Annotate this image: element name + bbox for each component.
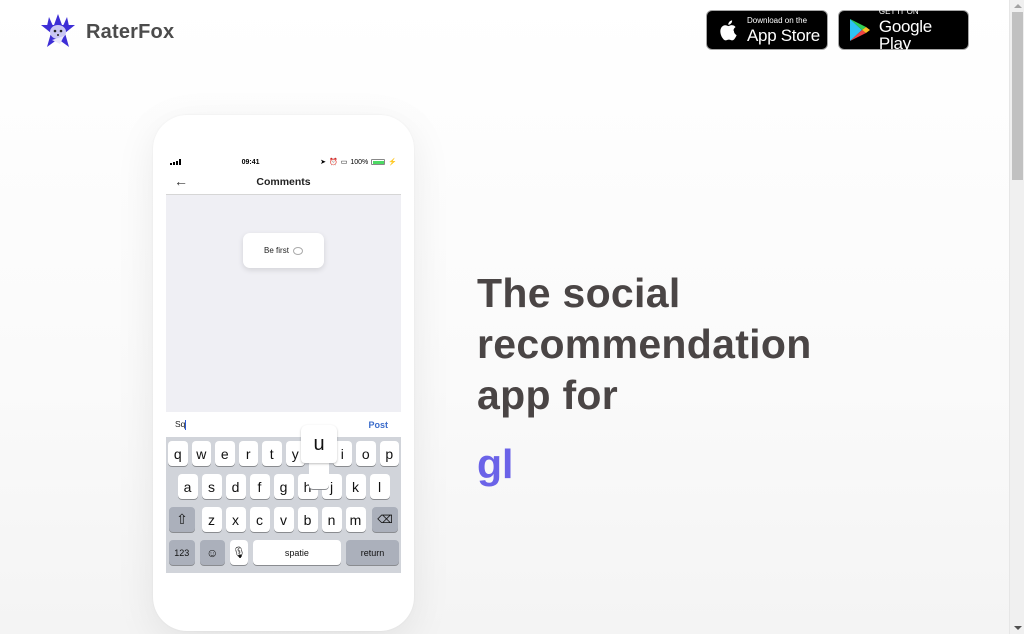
keyboard: q w e r t y i o p a s d f g h j k l ⇧ z … bbox=[166, 425, 401, 573]
google-play-small-text: GET IT ON bbox=[878, 7, 919, 16]
key[interactable]: t bbox=[262, 441, 282, 466]
signal-icon bbox=[170, 159, 181, 165]
key[interactable]: j bbox=[321, 474, 342, 499]
key[interactable]: h bbox=[297, 474, 318, 499]
text-caret bbox=[185, 419, 187, 430]
location-icon: ➤ bbox=[320, 159, 327, 166]
speech-bubble-icon bbox=[292, 246, 303, 255]
key[interactable]: l bbox=[369, 474, 390, 499]
app-store-button[interactable]: Download on the App Store bbox=[706, 10, 828, 50]
comment-input-value[interactable]: Sq bbox=[175, 419, 185, 429]
backspace-icon[interactable]: ⌫ bbox=[372, 507, 398, 532]
shift-icon[interactable]: ⇧ bbox=[169, 507, 195, 532]
key[interactable]: s bbox=[201, 474, 222, 499]
key[interactable]: q bbox=[168, 441, 188, 466]
google-play-big-text: Google Play bbox=[878, 17, 932, 53]
airplay-icon: ▭ bbox=[340, 159, 348, 166]
hero-typed-word: gl bbox=[477, 441, 514, 487]
key[interactable]: z bbox=[201, 507, 222, 532]
key[interactable]: y bbox=[285, 441, 305, 466]
key[interactable]: a bbox=[177, 474, 198, 499]
key[interactable]: i bbox=[332, 441, 352, 466]
keyboard-row-3: ⇧ z x c v b n m ⌫ bbox=[168, 507, 399, 532]
google-play-icon bbox=[845, 18, 875, 42]
hero-line: app for bbox=[477, 372, 619, 418]
status-time: 09:41 bbox=[241, 158, 260, 166]
key-u-pressed[interactable] bbox=[309, 441, 329, 466]
microphone-icon[interactable]: 🎙 bbox=[230, 540, 248, 565]
scroll-thumb[interactable] bbox=[1012, 12, 1023, 180]
fox-star-logo-icon bbox=[41, 14, 75, 47]
key[interactable]: p bbox=[379, 441, 399, 466]
arrow-left-icon[interactable]: ← bbox=[174, 173, 188, 189]
key[interactable]: c bbox=[249, 507, 270, 532]
key[interactable]: k bbox=[345, 474, 366, 499]
comments-list: Be first bbox=[166, 195, 401, 412]
scroll-down-button[interactable] bbox=[1010, 622, 1024, 634]
key[interactable]: d bbox=[225, 474, 246, 499]
page-scrollbar[interactable] bbox=[1009, 0, 1024, 634]
hero-line: The social bbox=[477, 270, 681, 316]
key[interactable]: w bbox=[191, 441, 211, 466]
status-bar: 09:41 ➤ ⏰ ▭ 100% ⚡ bbox=[166, 155, 401, 169]
key[interactable]: b bbox=[297, 507, 318, 532]
app-store-small-text: Download on the bbox=[747, 15, 808, 25]
key[interactable]: n bbox=[321, 507, 342, 532]
screen-title: Comments bbox=[256, 175, 311, 188]
charging-icon: ⚡ bbox=[388, 159, 397, 166]
app-store-big-text: App Store bbox=[747, 25, 820, 45]
key[interactable]: f bbox=[249, 474, 270, 499]
keyboard-row-4: 123 ☺ 🎙 spatie return bbox=[168, 540, 399, 565]
key[interactable]: o bbox=[356, 441, 376, 466]
alarm-icon: ⏰ bbox=[329, 159, 338, 166]
space-key[interactable]: spatie bbox=[252, 540, 341, 565]
logo[interactable]: RaterFox bbox=[38, 12, 174, 52]
numbers-key[interactable]: 123 bbox=[169, 540, 195, 565]
google-play-button[interactable]: GET IT ON Google Play bbox=[838, 7, 969, 53]
battery-icon bbox=[371, 159, 386, 165]
emoji-icon[interactable]: ☺ bbox=[199, 540, 226, 565]
post-button[interactable]: Post bbox=[368, 420, 388, 430]
scroll-up-button[interactable] bbox=[1010, 0, 1024, 12]
battery-percent: 100% bbox=[350, 158, 369, 166]
hero-headline: The social recommendation app for gl bbox=[477, 268, 812, 490]
key[interactable]: m bbox=[345, 507, 366, 532]
apple-icon bbox=[713, 19, 743, 41]
brand-name: RaterFox bbox=[86, 20, 175, 43]
nav-bar: ← Comments bbox=[166, 169, 401, 195]
key[interactable]: r bbox=[238, 441, 258, 466]
key[interactable]: x bbox=[225, 507, 246, 532]
be-first-text: Be first bbox=[264, 246, 289, 255]
keyboard-row-2: a s d f g h j k l bbox=[168, 474, 399, 499]
comment-input[interactable]: Sq Post bbox=[166, 412, 401, 437]
key[interactable]: e bbox=[215, 441, 235, 466]
key[interactable]: v bbox=[273, 507, 294, 532]
phone-mockup: 09:41 ➤ ⏰ ▭ 100% ⚡ ← Comments Be first S… bbox=[153, 115, 414, 631]
be-first-card: Be first bbox=[243, 233, 324, 268]
hero-line: recommendation bbox=[477, 321, 812, 367]
key[interactable]: g bbox=[273, 474, 294, 499]
phone-screen: 09:41 ➤ ⏰ ▭ 100% ⚡ ← Comments Be first S… bbox=[166, 155, 401, 573]
keyboard-row-1: q w e r t y i o p bbox=[168, 441, 399, 466]
page: RaterFox Download on the App Store GET I… bbox=[0, 0, 1009, 634]
return-key[interactable]: return bbox=[346, 540, 399, 565]
